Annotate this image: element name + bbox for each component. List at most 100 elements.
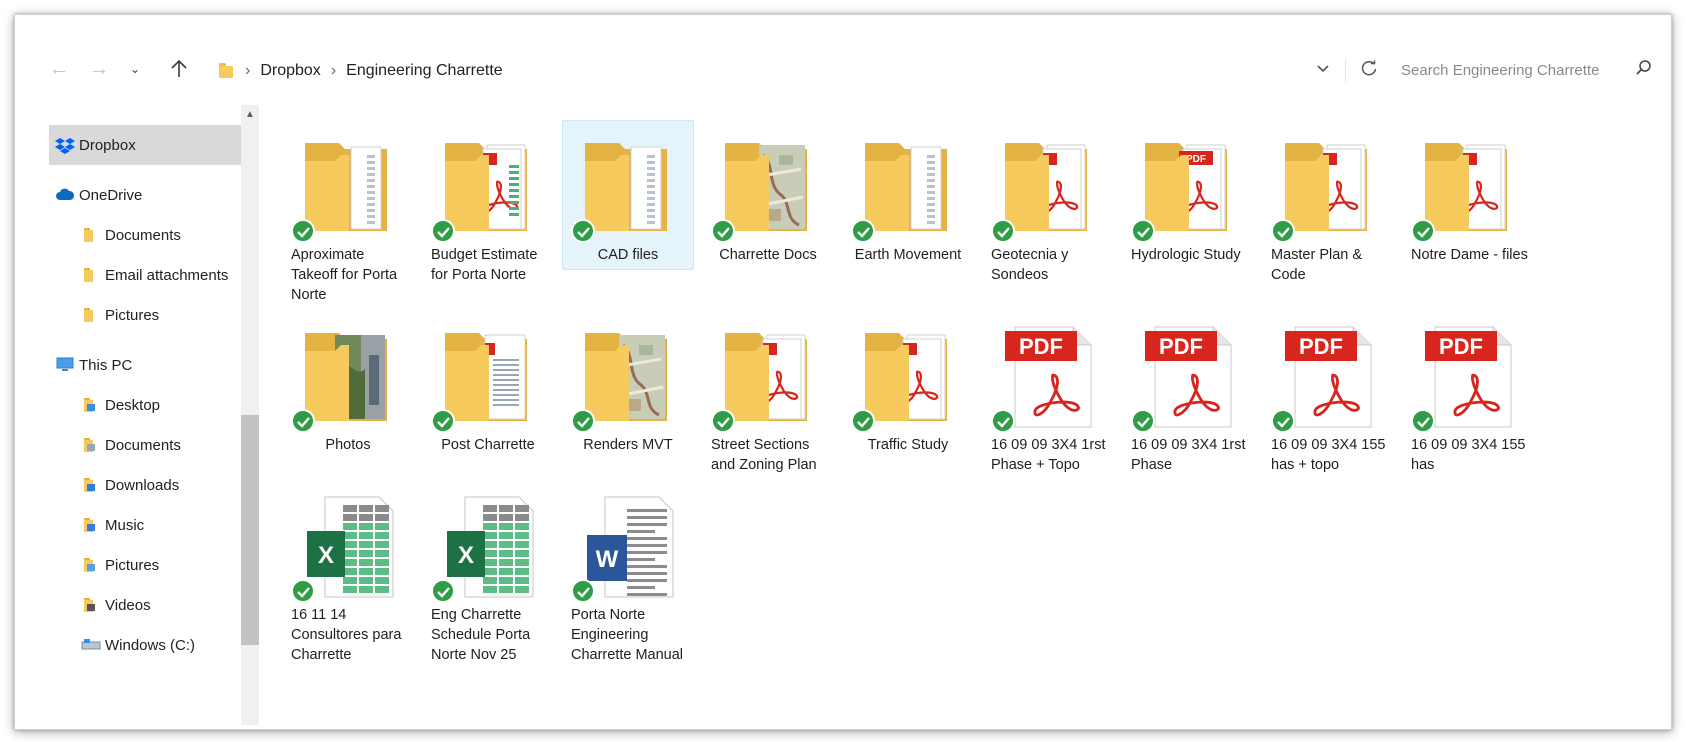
nav-item-label: Desktop [105, 396, 161, 414]
nav-item-videos[interactable]: Videos [49, 585, 243, 625]
nav-item-label: Videos [105, 596, 151, 614]
item-name: CAD files [597, 247, 659, 263]
sync-check-icon [991, 409, 1015, 433]
nav-item-label: Email attachments [105, 266, 229, 284]
nav-item-downloads[interactable]: Downloads [49, 465, 243, 505]
address-history-dropdown[interactable] [1311, 55, 1335, 83]
refresh-icon [1361, 60, 1377, 76]
nav-item-this-pc[interactable]: This PC [49, 345, 243, 385]
sync-check-icon [1271, 409, 1295, 433]
breadcrumb-item-engineering-charrette[interactable]: Engineering Charrette [346, 62, 503, 80]
folder-icon [439, 135, 535, 239]
nav-item-label: OneDrive [79, 186, 143, 204]
item-name: 16 11 14 Consultores para Charrette [291, 607, 402, 663]
word-file-icon: W [579, 495, 675, 599]
pdf-badge-text: PDF [1019, 334, 1063, 359]
excel-file-icon: X [439, 495, 535, 599]
navigation-pane: Dropbox OneDrive Documents Email attachment… [49, 111, 257, 711]
arrow-up-icon [171, 59, 187, 77]
item-name: Charrette Docs [719, 247, 817, 263]
breadcrumb-separator: › [330, 62, 337, 79]
nav-item-desktop[interactable]: Desktop [49, 385, 243, 425]
folder-icon [81, 227, 99, 243]
item-name: 16 09 09 3X4 1rst Phase [1131, 437, 1246, 473]
sync-check-icon [291, 409, 315, 433]
videos-folder-icon [81, 597, 99, 613]
navigation-scroll-thumb[interactable] [241, 415, 259, 645]
nav-item-label: Pictures [105, 306, 160, 324]
folder-icon [299, 135, 395, 239]
excel-badge-text: X [458, 542, 474, 569]
refresh-button[interactable] [1355, 55, 1383, 83]
item-name: Renders MVT [583, 437, 673, 453]
item-name: Aproximate Takeoff for Porta Norte [291, 247, 398, 303]
nav-item-label: This PC [79, 356, 133, 374]
sync-check-icon [291, 219, 315, 243]
item-name: Eng Charrette Schedule Porta Norte Nov 2… [431, 607, 531, 663]
sync-check-icon [571, 409, 595, 433]
desktop-folder-icon [81, 397, 99, 413]
nav-item-onedrive[interactable]: OneDrive [49, 175, 243, 215]
folder-icon [579, 325, 675, 429]
nav-item-label: Music [105, 516, 145, 534]
word-badge-text: W [596, 546, 619, 573]
item-name: 16 09 09 3X4 1rst Phase + Topo [991, 437, 1106, 473]
back-button[interactable]: ← [45, 55, 73, 83]
downloads-folder-icon [81, 477, 99, 493]
folder-icon [439, 325, 535, 429]
nav-item-music[interactable]: Music [49, 505, 243, 545]
pdf-file-icon: PDF [1279, 325, 1375, 429]
recent-locations-button[interactable]: ⌄ [121, 55, 149, 83]
cloud-icon [55, 187, 75, 203]
file-list-view: Aproximate Takeoff for Porta Norte Budget… [275, 105, 1665, 725]
excel-badge-text: X [318, 542, 334, 569]
folder-icon [999, 135, 1095, 239]
nav-item-pictures[interactable]: Pictures [49, 295, 243, 335]
pdf-badge-text: PDF [1159, 334, 1203, 359]
folder-icon [719, 135, 815, 239]
sync-check-icon [431, 219, 455, 243]
pdf-badge-text: PDF [1439, 334, 1483, 359]
sync-check-icon [1411, 219, 1435, 243]
pictures-folder-icon [81, 557, 99, 573]
item-name: Street Sections and Zoning Plan [711, 437, 817, 473]
nav-item-label: Downloads [105, 476, 180, 494]
item-name: Notre Dame - files [1411, 247, 1528, 263]
nav-item-label: Windows (C:) [105, 636, 196, 654]
folder-icon [1419, 135, 1515, 239]
sync-check-icon [1411, 409, 1435, 433]
nav-item-dropbox[interactable]: Dropbox [49, 125, 243, 165]
item-name: Traffic Study [867, 437, 949, 453]
scroll-up-arrow[interactable]: ▲ [241, 107, 259, 123]
folder-icon [299, 325, 395, 429]
nav-item-email-attachments[interactable]: Email attachments [49, 255, 243, 295]
sync-check-icon [851, 409, 875, 433]
search-icon[interactable] [1635, 57, 1655, 81]
nav-item-label: Documents [105, 226, 181, 244]
breadcrumb: › Dropbox › Engineering Charrette [217, 57, 503, 85]
sync-check-icon [431, 409, 455, 433]
breadcrumb-item-dropbox[interactable]: Dropbox [260, 62, 320, 80]
nav-item-documents[interactable]: Documents [49, 215, 243, 255]
sync-check-icon [571, 579, 595, 603]
nav-item-windows-c[interactable]: Windows (C:) [49, 625, 243, 665]
folder-icon [579, 135, 675, 239]
sync-check-icon [1131, 219, 1155, 243]
nav-item-label: Dropbox [79, 136, 136, 154]
search-input[interactable] [1393, 55, 1645, 85]
music-folder-icon [81, 517, 99, 533]
nav-item-documents[interactable]: Documents [49, 425, 243, 465]
forward-button[interactable]: → [85, 55, 113, 83]
item-name: Master Plan & Code [1271, 247, 1363, 283]
nav-item-pictures[interactable]: Pictures [49, 545, 243, 585]
item-name: Budget Estimate for Porta Norte [431, 247, 538, 283]
sync-check-icon [711, 409, 735, 433]
pdf-file-icon: PDF [1139, 325, 1235, 429]
folder-icon [81, 267, 99, 283]
item-name: Post Charrette [441, 437, 535, 453]
item-name: 16 09 09 3X4 155 has + topo [1271, 437, 1386, 473]
nav-item-label: Pictures [105, 556, 160, 574]
up-button[interactable] [165, 55, 193, 83]
address-bar: ← → ⌄ › Dropbox › Engineering Charrette [15, 15, 1671, 105]
breadcrumb-separator: › [245, 62, 251, 79]
